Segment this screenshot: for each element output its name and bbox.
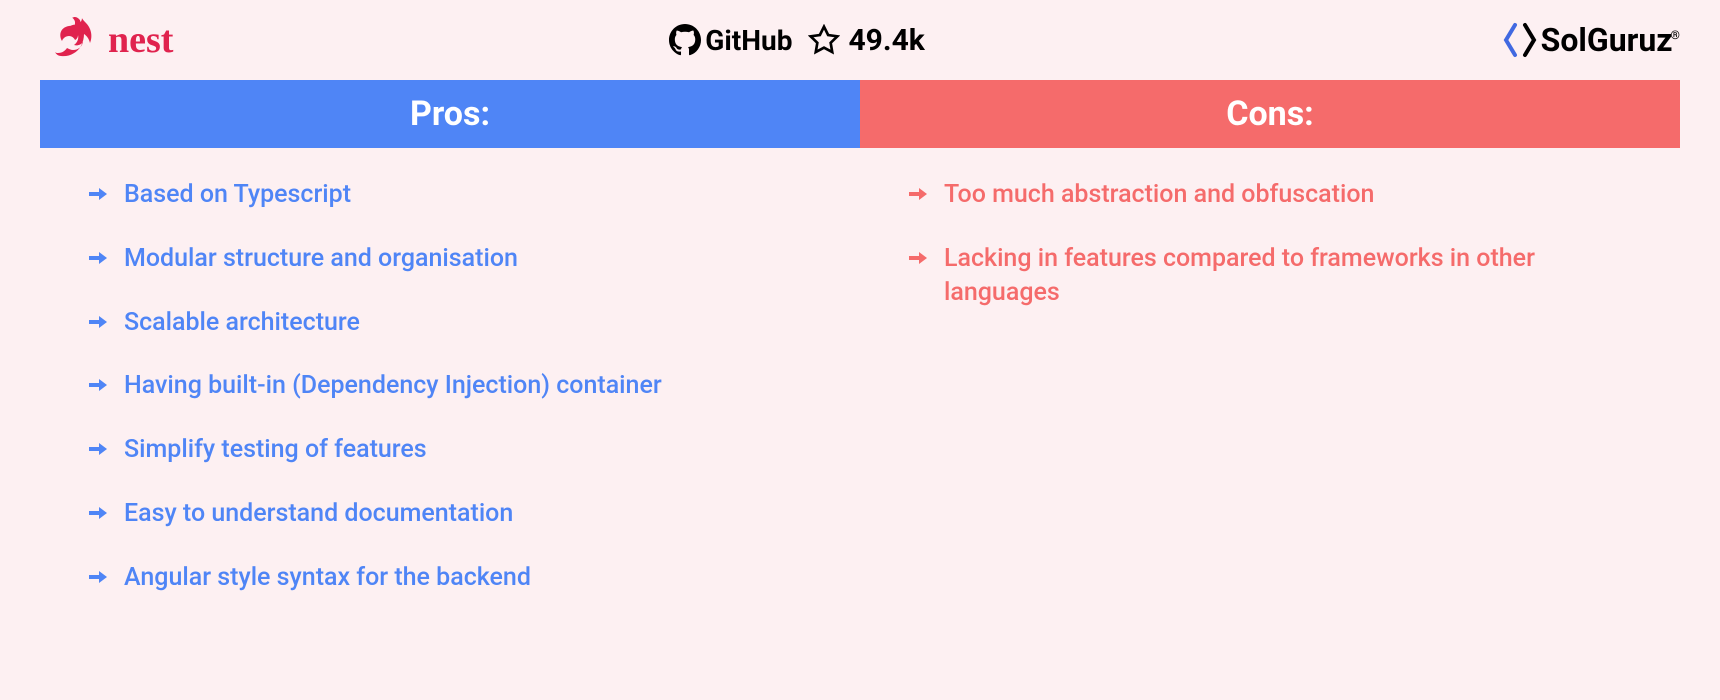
arrow-right-icon [88,503,108,523]
pros-item-text: Based on Typescript [124,178,351,212]
list-item: Easy to understand documentation [88,497,820,531]
nest-logo: nest [40,15,173,65]
github-logo: GitHub [669,24,792,57]
list-item: Angular style syntax for the backend [88,561,820,595]
list-item: Having built-in (Dependency Injection) c… [88,369,820,403]
pros-header: Pros: [40,80,860,148]
cons-item-text: Lacking in features compared to framewor… [944,242,1640,310]
solguruz-label: SolGuruz® [1541,21,1680,59]
nest-cat-icon [40,15,100,65]
cons-item-text: Too much abstraction and obfuscation [944,178,1374,212]
arrow-right-icon [88,184,108,204]
arrow-right-icon [88,567,108,587]
solguruz-icon [1501,19,1539,61]
arrow-right-icon [908,248,928,268]
pros-column: Pros: Based on Typescript Modular structu… [40,80,860,624]
star-count: 49.4k [848,23,924,58]
arrow-right-icon [88,439,108,459]
list-item: Scalable architecture [88,306,820,340]
pros-item-text: Having built-in (Dependency Injection) c… [124,369,662,403]
arrow-right-icon [88,375,108,395]
header: nest GitHub 49.4k SolGuruz® [0,0,1720,75]
list-item: Simplify testing of features [88,433,820,467]
pros-item-text: Angular style syntax for the backend [124,561,531,595]
list-item: Based on Typescript [88,178,820,212]
github-label: GitHub [705,24,792,57]
arrow-right-icon [88,248,108,268]
github-section: GitHub 49.4k [669,23,925,58]
pros-item-text: Simplify testing of features [124,433,427,467]
star-icon [808,24,840,56]
nest-label: nest [108,18,173,62]
star-section: 49.4k [808,23,924,58]
pros-item-text: Modular structure and organisation [124,242,518,276]
pros-cons-table: Pros: Based on Typescript Modular structu… [40,80,1680,624]
arrow-right-icon [908,184,928,204]
solguruz-logo: SolGuruz® [1501,19,1680,61]
cons-column: Cons: Too much abstraction and obfuscati… [860,80,1680,624]
list-item: Modular structure and organisation [88,242,820,276]
list-item: Lacking in features compared to framewor… [908,242,1640,310]
github-icon [669,24,701,56]
pros-item-text: Easy to understand documentation [124,497,513,531]
cons-header: Cons: [860,80,1680,148]
arrow-right-icon [88,312,108,332]
pros-item-text: Scalable architecture [124,306,360,340]
cons-list: Too much abstraction and obfuscation Lack… [860,148,1680,309]
list-item: Too much abstraction and obfuscation [908,178,1640,212]
pros-list: Based on Typescript Modular structure and… [40,148,860,594]
